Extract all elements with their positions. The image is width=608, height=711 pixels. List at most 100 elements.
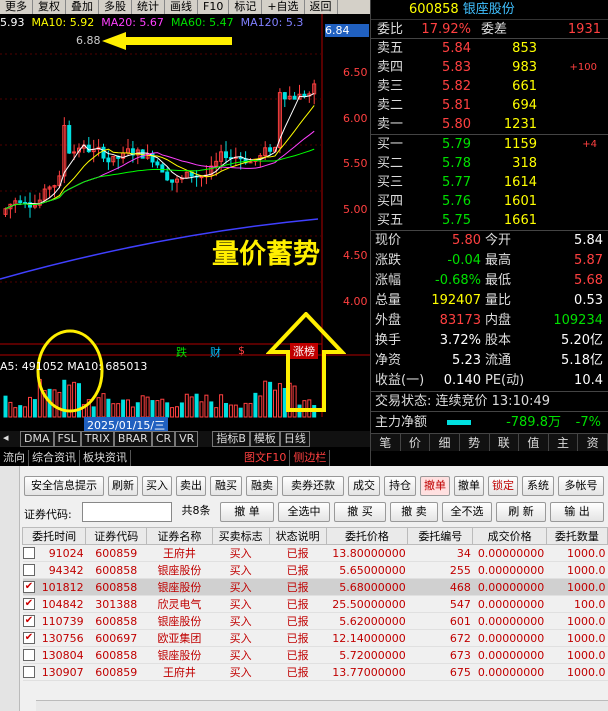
table-row[interactable]: 91024 600859 王府井 买入 已报 13.80000000 34 0.0000000… (22, 544, 608, 562)
bid-level[interactable]: 买二 5.78 318 (371, 154, 608, 173)
column-header[interactable]: 证券名称 (146, 527, 213, 545)
column-header[interactable]: 成交价格 (472, 527, 547, 545)
table-row[interactable]: 101812 600858 银座股份 买入 已报 5.68000000 468 0.00000… (22, 578, 608, 596)
badge-fall[interactable]: 跌 (176, 344, 187, 360)
side-tab[interactable]: 细 (430, 434, 460, 451)
security-info-button[interactable]: 安全信息提示 (24, 476, 104, 496)
side-tab[interactable]: 值 (519, 434, 549, 451)
table-row[interactable]: 130907 600859 王府井 买入 已报 13.77000000 675 0.00000… (22, 663, 608, 681)
side-tab[interactable]: 资 (578, 434, 608, 451)
ask-level[interactable]: 卖一 5.80 1231 (371, 115, 608, 134)
buy-button[interactable]: 买入 (142, 476, 172, 496)
toolbar-f10[interactable]: F10 (198, 0, 230, 14)
refresh2-button[interactable]: 刷 新 (496, 502, 546, 522)
badge-finance[interactable]: 财 (210, 344, 221, 360)
row-checkbox[interactable]: ✔ (23, 632, 35, 644)
row-checkbox[interactable]: ✔ (23, 615, 35, 627)
positions-button[interactable]: 持仓 (384, 476, 416, 496)
row-checkbox[interactable] (23, 649, 35, 661)
cancel-button[interactable]: 撤 单 (220, 502, 274, 522)
column-header[interactable]: 证券代码 (85, 527, 148, 545)
cancel-sell-button[interactable]: 撤 卖 (390, 502, 438, 522)
row-checkbox[interactable] (23, 666, 35, 678)
ask-level[interactable]: 卖四 5.83 983 +100 (371, 58, 608, 77)
bid-level[interactable]: 买三 5.77 1614 (371, 173, 608, 192)
side-tab[interactable]: 主 (549, 434, 579, 451)
tab-vr[interactable]: VR (175, 431, 199, 447)
ask-level[interactable]: 卖三 5.82 661 (371, 77, 608, 96)
column-header[interactable]: 委托时间 (21, 527, 87, 545)
toolbar-statistics[interactable]: 统计 (132, 0, 165, 14)
tab-brar[interactable]: BRAR (113, 431, 152, 447)
tab-sidebar[interactable]: 侧边栏 (290, 450, 331, 466)
code-input[interactable] (82, 502, 172, 522)
tab-cr[interactable]: CR (151, 431, 176, 447)
lock-button[interactable]: 锁定 (488, 476, 518, 496)
table-row[interactable]: 94342 600858 银座股份 买入 已报 5.65000000 255 0.000000… (22, 561, 608, 579)
margin-buy-button[interactable]: 融买 (210, 476, 242, 496)
column-header[interactable]: 委托编号 (407, 527, 474, 545)
tab-flow[interactable]: 流向 (0, 450, 29, 466)
table-cell: 王府井 (146, 544, 213, 562)
toolbar-overlay[interactable]: 叠加 (66, 0, 99, 14)
side-tab[interactable]: 笔 (371, 434, 401, 451)
row-checkbox[interactable] (23, 547, 35, 559)
row-checkbox[interactable] (23, 564, 35, 576)
refresh-button[interactable]: 刷新 (108, 476, 138, 496)
badge-rise-list[interactable]: 涨榜 (290, 343, 318, 359)
toolbar-multi-stock[interactable]: 多股 (99, 0, 132, 14)
cancel-buy-button[interactable]: 撤 买 (334, 502, 386, 522)
tab-template[interactable]: 模板 (249, 431, 280, 447)
tab-sector-news[interactable]: 板块资讯 (80, 450, 131, 466)
tab-left-arrow[interactable]: ◂ (0, 431, 20, 447)
toolbar-draw-line[interactable]: 画线 (165, 0, 198, 14)
toolbar-back[interactable]: 返回 (305, 0, 338, 14)
toolbar-add-watchlist[interactable]: +自选 (262, 0, 305, 14)
sell-repay-button[interactable]: 卖券还款 (282, 476, 344, 496)
row-checkbox[interactable]: ✔ (23, 581, 35, 593)
side-tab[interactable]: 价 (401, 434, 431, 451)
bid-level[interactable]: 买五 5.75 1661 (371, 211, 608, 230)
horizontal-scrollbar[interactable] (36, 700, 608, 711)
system-button[interactable]: 系统 (522, 476, 554, 496)
ask-level[interactable]: 卖二 5.81 694 (371, 96, 608, 115)
export-button[interactable]: 输 出 (550, 502, 604, 522)
side-tab[interactable]: 势 (460, 434, 490, 451)
table-row[interactable]: 110739 600858 银座股份 买入 已报 5.62000000 601 0.00000… (22, 612, 608, 630)
table-cell: 672 (407, 629, 473, 647)
side-tab[interactable]: 联 (490, 434, 520, 451)
column-header[interactable]: 委托数量 (545, 527, 608, 545)
column-header[interactable]: 状态说明 (268, 527, 327, 545)
tab-dma[interactable]: DMA (20, 431, 54, 447)
cancel-order-tab[interactable]: 撤单 (420, 476, 450, 496)
badge-dollar[interactable]: $ (238, 344, 245, 357)
table-row[interactable]: 130756 600697 欧亚集团 买入 已报 12.14000000 672 0.0000… (22, 629, 608, 647)
tab-trix[interactable]: TRIX (80, 431, 114, 447)
trades-button[interactable]: 成交 (348, 476, 380, 496)
deselect-all-button[interactable]: 全不选 (442, 502, 492, 522)
ask-level[interactable]: 卖五 5.84 853 (371, 39, 608, 58)
bid-level[interactable]: 买四 5.76 1601 (371, 192, 608, 211)
row-checkbox[interactable]: ✔ (23, 598, 35, 610)
select-all-button[interactable]: 全选中 (278, 502, 330, 522)
toolbar-restore-rights[interactable]: 复权 (33, 0, 66, 14)
column-header[interactable]: 委托价格 (325, 527, 409, 545)
tab-fsl[interactable]: FSL (53, 431, 81, 447)
tab-indicator-b[interactable]: 指标B (212, 431, 250, 447)
tab-f10-graphic[interactable]: 图文F10 (241, 450, 291, 466)
stat-label: 净资 (375, 353, 402, 368)
toolbar-mark[interactable]: 标记 (229, 0, 263, 14)
table-row[interactable]: 104842 301388 欣灵电气 买入 已报 25.50000000 547 0.0000… (22, 595, 608, 613)
table-row[interactable]: 130804 600858 银座股份 买入 已报 5.72000000 673 0.00000… (22, 646, 608, 664)
column-header[interactable]: 买卖标志 (211, 527, 270, 545)
commission-diff-label: 委差 (481, 22, 508, 37)
margin-sell-button[interactable]: 融卖 (246, 476, 278, 496)
multi-account-button[interactable]: 多帐号 (558, 476, 604, 496)
table-cell: 0.00000000 (472, 646, 547, 664)
cancel-order-button[interactable]: 撤单 (454, 476, 484, 496)
sell-button[interactable]: 卖出 (176, 476, 206, 496)
tab-daily[interactable]: 日线 (279, 431, 310, 447)
bid-level[interactable]: 买一 5.79 1159 +4 (371, 135, 608, 154)
tab-news[interactable]: 综合资讯 (29, 450, 80, 466)
toolbar-more[interactable]: 更多 (0, 0, 33, 14)
